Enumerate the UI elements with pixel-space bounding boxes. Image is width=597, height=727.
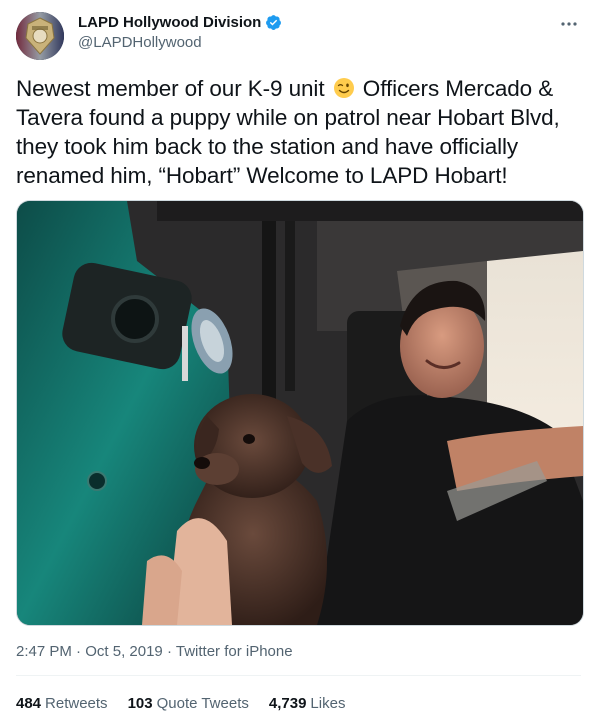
name-block: LAPD Hollywood Division @LAPDHollywood xyxy=(78,14,282,51)
tweet-text-part-1: Newest member of our K-9 unit xyxy=(16,76,325,101)
retweets-stat[interactable]: 484 Retweets xyxy=(16,695,108,712)
retweets-count: 484 xyxy=(16,695,42,712)
tweet-time[interactable]: 2:47 PM xyxy=(16,643,72,660)
handle[interactable]: @LAPDHollywood xyxy=(78,34,282,51)
likes-label: Likes xyxy=(310,695,346,712)
quotes-label: Quote Tweets xyxy=(156,695,249,712)
tweet-stats: 484 Retweets 103 Quote Tweets 4,739 Likes xyxy=(16,695,345,712)
tweet-photo[interactable] xyxy=(16,200,584,626)
more-horizontal-icon[interactable] xyxy=(557,14,581,34)
quotes-count: 103 xyxy=(127,695,153,712)
tweet-text: Newest member of our K-9 unit Officers M… xyxy=(16,74,581,190)
retweets-label: Retweets xyxy=(45,695,108,712)
avatar[interactable] xyxy=(16,12,64,60)
verified-badge-icon xyxy=(265,14,282,31)
quote-tweets-stat[interactable]: 103 Quote Tweets xyxy=(128,695,249,712)
winking-face-emoji xyxy=(333,77,355,99)
likes-count: 4,739 xyxy=(268,695,307,712)
lapd-badge-icon xyxy=(16,12,64,60)
tweet-date[interactable]: Oct 5, 2019 xyxy=(85,643,163,660)
display-name[interactable]: LAPD Hollywood Division xyxy=(78,14,261,31)
tweet-meta: 2:47 PM · Oct 5, 2019 · Twitter for iPho… xyxy=(16,643,293,660)
photo-puppy-in-patrol-car xyxy=(17,201,583,625)
divider xyxy=(16,675,581,676)
tweet-source[interactable]: Twitter for iPhone xyxy=(176,643,293,660)
meta-separator: · xyxy=(76,643,82,660)
tweet-header: LAPD Hollywood Division @LAPDHollywood xyxy=(16,10,581,62)
meta-separator-2: · xyxy=(166,643,172,660)
likes-stat[interactable]: 4,739 Likes xyxy=(269,695,346,712)
